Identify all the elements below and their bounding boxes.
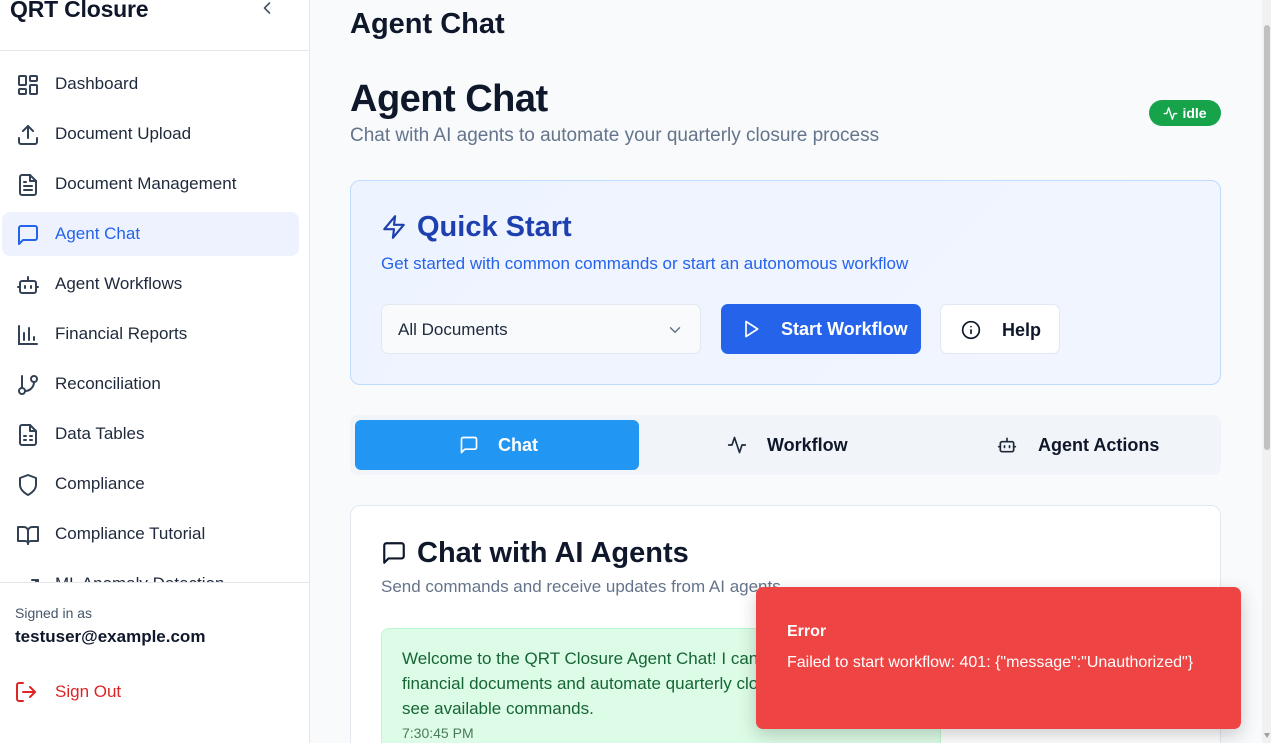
sidebar-item-agent-chat[interactable]: Agent Chat (2, 212, 299, 256)
sidebar-divider (0, 50, 309, 51)
shield-icon (16, 473, 40, 497)
toast-title: Error (787, 623, 827, 640)
sidebar-item-label: ML Anomaly Detection (55, 574, 224, 582)
sidebar-item-agent-workflows[interactable]: Agent Workflows (2, 262, 299, 306)
sidebar-item-compliance-tutorial[interactable]: Compliance Tutorial (2, 512, 299, 556)
scrollbar-thumb[interactable] (1264, 25, 1270, 450)
document-filter-select[interactable]: All Documents (381, 304, 701, 354)
tab-label: Agent Actions (1038, 435, 1160, 455)
log-out-icon (14, 680, 38, 704)
status-text: idle (1182, 105, 1207, 121)
user-email: testuser@example.com (15, 627, 206, 646)
tab-chat[interactable]: Chat (355, 420, 639, 470)
help-button[interactable]: Help (940, 304, 1060, 354)
trending-up-icon (16, 573, 40, 582)
chat-title: Chat with AI Agents (417, 537, 689, 569)
message-square-icon (459, 435, 479, 455)
sidebar-item-label: Reconciliation (55, 374, 161, 393)
sidebar-item-label: Agent Chat (55, 224, 141, 243)
sidebar-item-label: Financial Reports (55, 324, 188, 343)
page-subtitle: Chat with AI agents to automate your qua… (350, 125, 880, 146)
toast-message: Failed to start workflow: 401: {"message… (787, 654, 1194, 671)
tab-agent-actions[interactable]: Agent Actions (933, 420, 1217, 470)
help-label: Help (1002, 320, 1042, 340)
git-branch-icon (16, 373, 40, 397)
info-icon (961, 320, 981, 340)
sidebar-item-label: Dashboard (55, 74, 139, 93)
sidebar-item-label: Compliance (55, 474, 145, 493)
sidebar-item-data-tables[interactable]: Data Tables (2, 412, 299, 456)
quick-start-description: Get started with common commands or star… (381, 254, 909, 273)
sidebar-item-label: Document Management (55, 174, 237, 193)
file-spreadsheet-icon (16, 423, 40, 447)
sidebar-item-reconciliation[interactable]: Reconciliation (2, 362, 299, 406)
sidebar: QRT Closure Dashboard Document Upload Do… (0, 0, 310, 743)
activity-icon (1163, 106, 1178, 121)
bot-icon (16, 273, 40, 297)
app-title: QRT Closure (10, 0, 149, 22)
page-title: Agent Chat (350, 78, 548, 120)
bot-icon (997, 435, 1017, 455)
file-text-icon (16, 173, 40, 197)
quick-start-panel: Quick Start Get started with common comm… (350, 180, 1221, 385)
tab-workflow[interactable]: Workflow (644, 420, 928, 470)
sidebar-item-compliance[interactable]: Compliance (2, 462, 299, 506)
bar-chart-icon (16, 323, 40, 347)
sidebar-item-label: Agent Workflows (55, 274, 183, 293)
tab-bar: Chat Workflow Agent Actions (350, 415, 1221, 475)
sidebar-item-label: Compliance Tutorial (55, 524, 206, 543)
start-workflow-label: Start Workflow (781, 319, 908, 339)
sidebar-item-ml-anomaly-detection[interactable]: ML Anomaly Detection (2, 562, 299, 582)
message-square-icon (16, 223, 40, 247)
select-value: All Documents (398, 320, 508, 339)
sidebar-nav: Dashboard Document Upload Document Manag… (0, 58, 309, 582)
tab-label: Chat (498, 435, 538, 455)
sidebar-item-document-management[interactable]: Document Management (2, 162, 299, 206)
signed-in-label: Signed in as (15, 605, 93, 621)
dashboard-icon (16, 73, 40, 97)
tab-label: Workflow (767, 435, 848, 455)
app-root: QRT Closure Dashboard Document Upload Do… (0, 0, 1271, 743)
book-open-icon (16, 523, 40, 547)
header-title: Agent Chat (350, 8, 505, 40)
chevron-left-icon[interactable] (257, 0, 277, 18)
start-workflow-button[interactable]: Start Workflow (721, 304, 921, 354)
chevron-down-icon (666, 321, 684, 339)
sidebar-item-label: Data Tables (55, 424, 145, 443)
zap-icon (381, 214, 407, 240)
activity-icon (727, 435, 747, 455)
message-square-icon (381, 540, 407, 566)
message-timestamp: 7:30:45 PM (402, 725, 474, 741)
sidebar-item-dashboard[interactable]: Dashboard (2, 62, 299, 106)
chat-description: Send commands and receive updates from A… (381, 577, 781, 596)
sidebar-item-label: Document Upload (55, 124, 192, 143)
quick-start-title: Quick Start (417, 211, 572, 243)
sidebar-item-financial-reports[interactable]: Financial Reports (2, 312, 299, 356)
status-badge: idle (1149, 100, 1221, 126)
sidebar-footer-divider (0, 582, 309, 583)
upload-icon (16, 123, 40, 147)
sidebar-item-document-upload[interactable]: Document Upload (2, 112, 299, 156)
sign-out-label: Sign Out (55, 682, 122, 701)
error-toast[interactable]: Error Failed to start workflow: 401: {"m… (756, 587, 1241, 729)
play-icon (741, 319, 761, 339)
scroll-down-arrow-icon[interactable] (1264, 733, 1270, 738)
sign-out-button[interactable]: Sign Out (14, 678, 121, 706)
